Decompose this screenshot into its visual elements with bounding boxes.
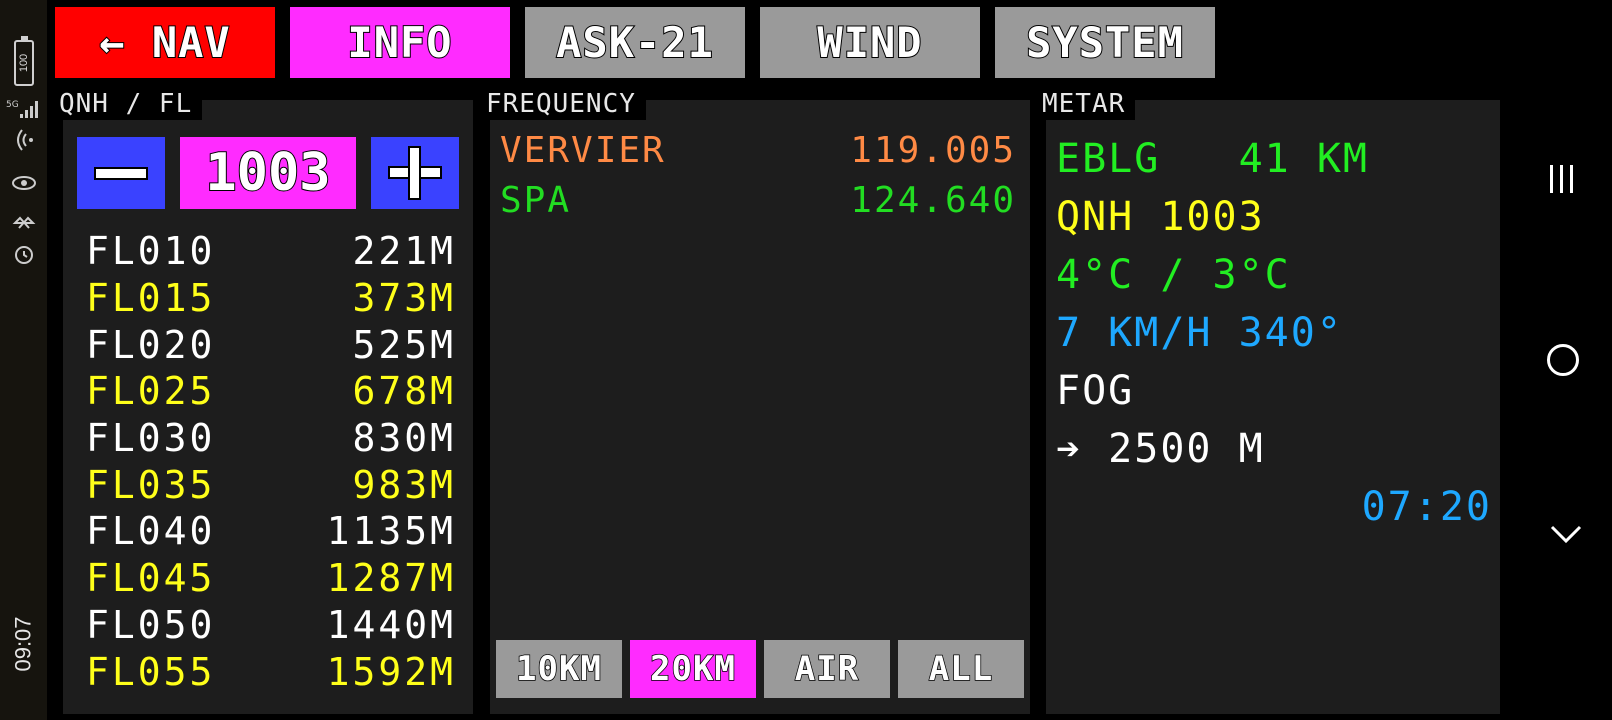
status-time: 09:07 bbox=[11, 616, 36, 672]
frequency-row[interactable]: SPA 124.640 bbox=[500, 180, 1016, 221]
flight-level-label: FL040 bbox=[86, 509, 216, 554]
metar-panel-title: METAR bbox=[1038, 86, 1136, 120]
metar-temperature: 4°C / 3°C bbox=[1056, 252, 1291, 298]
flight-level-label: FL045 bbox=[86, 556, 216, 601]
flight-level-label: FL050 bbox=[86, 602, 216, 647]
range-10km-button[interactable]: 10KM bbox=[496, 640, 622, 698]
flight-level-altitude: 525M bbox=[352, 322, 456, 367]
flight-level-row: FL020 525M bbox=[86, 321, 456, 368]
tab-ask-21[interactable]: ASK-21 bbox=[525, 7, 745, 78]
metar-station: EBLG 41 KM bbox=[1056, 136, 1369, 182]
flight-level-label: FL020 bbox=[86, 322, 216, 367]
flight-level-label: FL055 bbox=[86, 649, 216, 694]
qnh-decrement-button[interactable] bbox=[77, 137, 165, 209]
metar-wind: 7 KM/H 340° bbox=[1056, 310, 1343, 356]
flight-level-altitude: 221M bbox=[352, 229, 456, 274]
frequency-value: 124.640 bbox=[850, 180, 1016, 221]
frequency-station-name: SPA bbox=[500, 180, 572, 221]
flight-level-row: FL015 373M bbox=[86, 275, 456, 322]
flight-level-altitude: 678M bbox=[352, 369, 456, 414]
tab-wind[interactable]: WIND bbox=[760, 7, 980, 78]
flight-level-row: FL025 678M bbox=[86, 368, 456, 415]
qnh-value: 1003 bbox=[180, 137, 356, 209]
flight-level-altitude: 373M bbox=[352, 276, 456, 321]
tab-info[interactable]: INFO bbox=[290, 7, 510, 78]
range-20km-button[interactable]: 20KM bbox=[630, 640, 756, 698]
status-bar: 100 5G 09:07 bbox=[0, 0, 47, 720]
recent-apps-icon[interactable] bbox=[1548, 165, 1578, 195]
frequency-station-name: VERVIER bbox=[500, 130, 666, 171]
wifi-icon bbox=[10, 128, 38, 151]
flight-level-row: FL010 221M bbox=[86, 228, 456, 275]
range-air-button[interactable]: AIR bbox=[764, 640, 890, 698]
battery-icon: 100 bbox=[14, 36, 34, 86]
tab-nav[interactable]: ← NAV bbox=[55, 7, 275, 78]
flight-level-table: FL010 221M FL015 373M FL020 525M FL025 678M FL03… bbox=[86, 228, 456, 695]
flight-level-row: FL045 1287M bbox=[86, 555, 456, 602]
flight-level-altitude: 1592M bbox=[326, 649, 456, 694]
alarm-icon bbox=[10, 242, 38, 264]
frequency-value: 119.005 bbox=[850, 130, 1016, 171]
flight-level-label: FL015 bbox=[86, 276, 216, 321]
frequency-row[interactable]: VERVIER 119.005 bbox=[500, 130, 1016, 171]
flight-level-label: FL025 bbox=[86, 369, 216, 414]
flight-level-label: FL010 bbox=[86, 229, 216, 274]
metar-weather: FOG bbox=[1056, 368, 1135, 414]
metar-qnh: QNH 1003 bbox=[1056, 194, 1265, 240]
flight-level-row: FL035 983M bbox=[86, 461, 456, 508]
flight-level-row: FL030 830M bbox=[86, 415, 456, 462]
flight-level-altitude: 830M bbox=[352, 416, 456, 461]
qnh-panel-title: QNH / FL bbox=[55, 86, 203, 120]
metar-visibility: ➔ 2500 M bbox=[1056, 426, 1265, 472]
minus-icon bbox=[94, 166, 148, 180]
signal-icon bbox=[10, 98, 38, 120]
frequency-panel-title: FREQUENCY bbox=[482, 86, 646, 120]
bluetooth-icon bbox=[10, 212, 38, 234]
flight-level-row: FL055 1592M bbox=[86, 648, 456, 695]
back-chevron-down-icon[interactable] bbox=[1549, 522, 1582, 552]
range-all-button[interactable]: ALL bbox=[898, 640, 1024, 698]
flight-level-row: FL040 1135M bbox=[86, 508, 456, 555]
flight-level-row: FL050 1440M bbox=[86, 602, 456, 649]
qnh-increment-button[interactable] bbox=[371, 137, 459, 209]
battery-level: 100 bbox=[18, 53, 31, 73]
tab-system[interactable]: SYSTEM bbox=[995, 7, 1215, 78]
plus-icon bbox=[388, 146, 442, 200]
eye-icon bbox=[10, 172, 38, 194]
flight-level-altitude: 1135M bbox=[326, 509, 456, 554]
flight-level-altitude: 1287M bbox=[326, 556, 456, 601]
flight-level-label: FL030 bbox=[86, 416, 216, 461]
flight-level-label: FL035 bbox=[86, 462, 216, 507]
metar-time: 07:20 bbox=[1361, 484, 1492, 530]
flight-level-altitude: 983M bbox=[352, 462, 456, 507]
flight-level-altitude: 1440M bbox=[326, 602, 456, 647]
home-icon[interactable] bbox=[1547, 344, 1579, 376]
